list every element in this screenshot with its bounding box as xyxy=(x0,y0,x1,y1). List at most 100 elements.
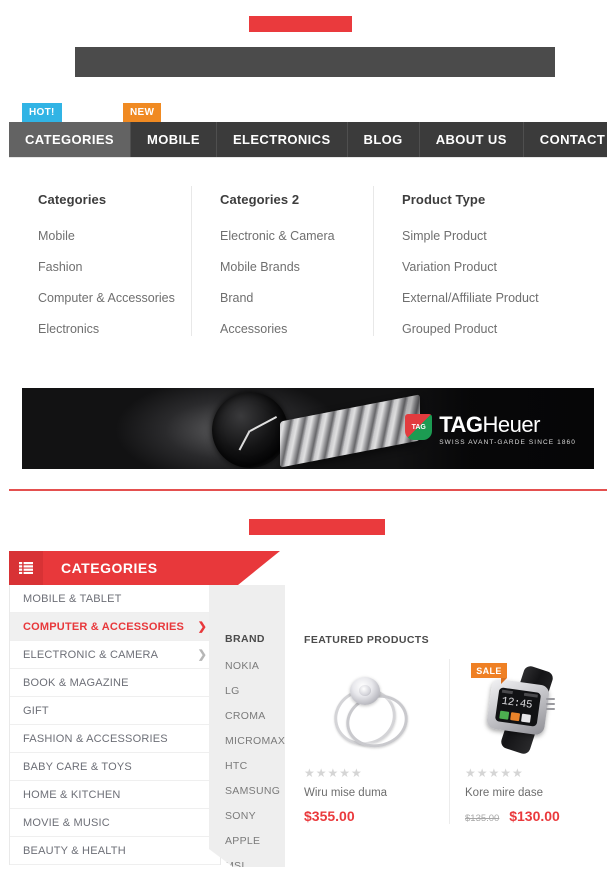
nav-item-contact-us[interactable]: CONTACT US xyxy=(524,122,616,157)
mega-link-computer-accessories[interactable]: Computer & Accessories xyxy=(38,291,191,305)
category-item-gift[interactable]: GIFT xyxy=(10,697,220,725)
brand-link-lg[interactable]: LG xyxy=(225,685,285,697)
category-item-movie-music[interactable]: MOVIE & MUSIC xyxy=(10,809,220,837)
main-navigation: CATEGORIES MOBILE ELECTRONICS BLOG ABOUT… xyxy=(9,122,616,157)
watch-tile-orange xyxy=(509,711,520,721)
brand-name: TAGHeuer xyxy=(439,414,576,436)
nav-item-blog[interactable]: BLOG xyxy=(348,122,420,157)
category-item-fashion-accessories[interactable]: FASHION & ACCESSORIES xyxy=(10,725,220,753)
product-current-price: $130.00 xyxy=(509,808,560,824)
category-item-baby-care-toys[interactable]: BABY CARE & TOYS xyxy=(10,753,220,781)
brand-link-nokia[interactable]: NOKIA xyxy=(225,660,285,672)
badge-hot: HOT! xyxy=(22,103,62,127)
brand-link-croma[interactable]: CROMA xyxy=(225,710,285,722)
nav-label: ELECTRONICS xyxy=(232,132,331,147)
nav-item-electronics[interactable]: ELECTRONICS xyxy=(217,122,348,157)
featured-products-grid: ★★★★★ Wiru mise duma $355.00 SALE 12:45 … xyxy=(304,659,607,824)
brand-list-title: BRAND xyxy=(225,633,265,645)
mega-column-product-type: Product Type Simple Product Variation Pr… xyxy=(373,186,555,349)
mega-link-electronics[interactable]: Electronics xyxy=(38,322,191,336)
nav-item-categories[interactable]: CATEGORIES xyxy=(9,122,131,157)
ring-illustration xyxy=(326,669,420,754)
category-item-home-kitchen[interactable]: HOME & KITCHEN xyxy=(10,781,220,809)
nav-label: BLOG xyxy=(363,132,403,147)
brand-link-msi[interactable]: MSI xyxy=(225,860,285,872)
category-label: MOBILE & TABLET xyxy=(23,592,122,605)
badge-new-label: NEW xyxy=(130,107,155,118)
chevron-right-icon: ❯ xyxy=(197,621,207,633)
watch-screen: 12:45 xyxy=(494,686,541,727)
tagheuer-wordmark: TAGHeuer SWISS AVANT-GARDE SINCE 1860 xyxy=(439,414,576,447)
tagheuer-shield-icon: TAG xyxy=(405,414,433,440)
watch-app-tiles xyxy=(498,710,531,723)
category-item-beauty-health[interactable]: BEAUTY & HEALTH xyxy=(10,837,220,865)
ring-gemstone xyxy=(349,676,380,705)
nav-label: CATEGORIES xyxy=(25,132,114,147)
product-card[interactable]: SALE 12:45 ★★★★★ Kore mire dase $135.00 … xyxy=(449,659,594,824)
mega-link-electronic-camera[interactable]: Electronic & Camera xyxy=(220,229,373,243)
tagheuer-logo: TAG TAGHeuer SWISS AVANT-GARDE SINCE 186… xyxy=(405,414,576,446)
product-old-price: $135.00 xyxy=(465,813,500,824)
featured-products-section: FEATURED PRODUCTS ★★★★★ Wiru mise duma $… xyxy=(304,634,607,824)
product-rating-stars: ★★★★★ xyxy=(304,766,363,780)
product-price: $135.00 $130.00 xyxy=(465,808,588,824)
mega-link-grouped-product[interactable]: Grouped Product xyxy=(402,322,555,336)
watch-time-display: 12:45 xyxy=(500,695,533,712)
brand-link-samsung[interactable]: SAMSUNG xyxy=(225,785,285,797)
mega-link-variation-product[interactable]: Variation Product xyxy=(402,260,555,274)
product-current-price: $355.00 xyxy=(304,808,355,824)
nav-item-mobile[interactable]: MOBILE xyxy=(131,122,217,157)
promo-banner[interactable]: TAG TAGHeuer SWISS AVANT-GARDE SINCE 186… xyxy=(22,388,594,469)
mega-link-accessories[interactable]: Accessories xyxy=(220,322,373,336)
watch-body: 12:45 xyxy=(485,677,550,736)
mega-link-fashion[interactable]: Fashion xyxy=(38,260,191,274)
brand-name-thin: Heuer xyxy=(482,412,541,437)
brand-link-sony[interactable]: SONY xyxy=(225,810,285,822)
mega-link-simple-product[interactable]: Simple Product xyxy=(402,229,555,243)
mega-link-mobile[interactable]: Mobile xyxy=(38,229,191,243)
badge-new: NEW xyxy=(123,103,162,127)
red-divider-rule xyxy=(9,489,607,491)
categories-widget-header[interactable]: CATEGORIES xyxy=(9,551,280,585)
mega-dropdown-panel: Categories Mobile Fashion Computer & Acc… xyxy=(9,157,607,349)
category-label: HOME & KITCHEN xyxy=(23,788,121,801)
mega-column-title: Categories 2 xyxy=(220,192,300,207)
categories-widget: CATEGORIES MOBILE & TABLET COMPUTER & AC… xyxy=(9,551,280,865)
category-item-mobile-tablet[interactable]: MOBILE & TABLET xyxy=(10,585,220,613)
category-label: MOVIE & MUSIC xyxy=(23,816,110,829)
brand-link-apple[interactable]: APPLE xyxy=(225,835,285,847)
featured-products-title: FEATURED PRODUCTS xyxy=(304,634,430,646)
sale-badge: SALE xyxy=(471,663,507,684)
nav-item-about-us[interactable]: ABOUT US xyxy=(420,122,524,157)
category-label: FASHION & ACCESSORIES xyxy=(23,732,168,745)
categories-widget-title: CATEGORIES xyxy=(61,560,158,576)
category-item-book-magazine[interactable]: BOOK & MAGAZINE xyxy=(10,669,220,697)
shield-text: TAG xyxy=(411,423,426,431)
chevron-right-icon: ❯ xyxy=(197,649,207,661)
mega-column-categories: Categories Mobile Fashion Computer & Acc… xyxy=(9,192,191,349)
watch-side-buttons xyxy=(545,697,555,713)
hamburger-list-icon xyxy=(9,551,43,585)
category-item-electronic-camera[interactable]: ELECTRONIC & CAMERA ❯ xyxy=(10,641,220,669)
category-item-computer-accessories[interactable]: COMPUTER & ACCESSORIES ❯ xyxy=(10,613,220,641)
page-root: HOT! NEW CATEGORIES MOBILE ELECTRONICS B… xyxy=(0,0,616,891)
watch-tile-white xyxy=(520,713,531,723)
brand-link-htc[interactable]: HTC xyxy=(225,760,285,772)
watch-tile-green xyxy=(498,710,509,720)
mega-column-categories-2: Categories 2 Electronic & Camera Mobile … xyxy=(191,186,373,349)
brand-name-bold: TAG xyxy=(439,412,483,437)
sale-badge-label: SALE xyxy=(476,665,502,676)
product-name[interactable]: Wiru mise duma xyxy=(304,787,443,799)
mega-column-title: Categories xyxy=(38,192,107,207)
category-label: BOOK & MAGAZINE xyxy=(23,676,129,689)
mega-column-title: Product Type xyxy=(402,192,486,207)
mega-link-brand[interactable]: Brand xyxy=(220,291,373,305)
brand-link-micromax[interactable]: MICROMAX xyxy=(225,735,285,747)
product-card[interactable]: ★★★★★ Wiru mise duma $355.00 xyxy=(304,659,449,824)
brand-flyout-panel: BRAND NOKIA LG CROMA MICROMAX HTC SAMSUN… xyxy=(209,585,285,867)
mega-link-external-affiliate-product[interactable]: External/Affiliate Product xyxy=(402,291,555,305)
mega-link-mobile-brands[interactable]: Mobile Brands xyxy=(220,260,373,274)
category-label: COMPUTER & ACCESSORIES xyxy=(23,620,185,633)
product-name[interactable]: Kore mire dase xyxy=(465,787,588,799)
nav-label: ABOUT US xyxy=(435,132,507,147)
